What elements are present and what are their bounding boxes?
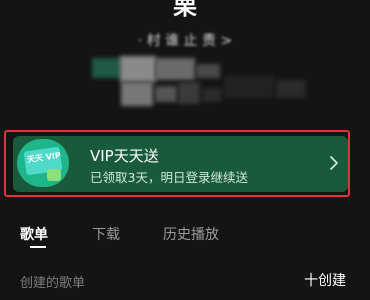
- profile-name: 栗: [173, 0, 197, 20]
- badge-decoration: [47, 169, 61, 181]
- blurred-avatar-region: [92, 58, 122, 78]
- vip-badge-icon: 天天 VIP: [17, 139, 69, 187]
- created-playlists-label: 创建的歌单: [20, 276, 86, 291]
- tab-downloads[interactable]: 下载: [92, 224, 120, 244]
- blurred-content: [276, 80, 306, 98]
- active-tab-indicator: [30, 246, 46, 248]
- blurred-content: [155, 86, 177, 102]
- blurred-content: [121, 82, 153, 106]
- profile-sub-info[interactable]: · 村 谁 止 责 >: [0, 30, 370, 50]
- chevron-right-icon[interactable]: [327, 155, 341, 171]
- vip-card-title: VIP天天送: [90, 147, 159, 165]
- blurred-content: [202, 88, 222, 102]
- blurred-content: [196, 64, 220, 78]
- vip-card-subtitle: 已领取3天，明日登录继续送: [90, 170, 248, 185]
- create-playlist-button[interactable]: 十创建: [304, 270, 346, 290]
- blurred-content: [155, 58, 195, 80]
- blurred-content: [178, 82, 200, 104]
- tab-playlists[interactable]: 歌单: [20, 224, 48, 244]
- tab-history[interactable]: 历史播放: [163, 224, 219, 244]
- profile-screen: 栗 · 村 谁 止 责 > 天天 VIP VIP天天送 已领取3天，明日登录继续…: [0, 0, 370, 300]
- blurred-content: [224, 76, 274, 98]
- blurred-content: [120, 56, 156, 82]
